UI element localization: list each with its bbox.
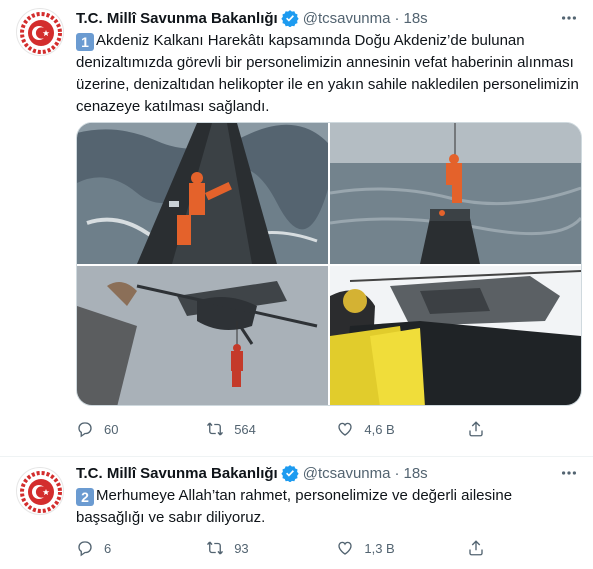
tweet-actions: 60 564 4,6 B: [76, 419, 506, 439]
more-options-icon[interactable]: [559, 463, 579, 483]
tweet-text: 2 Merhumeye Allah’tan rahmet, personelimi…: [76, 485, 581, 529]
separator-dot: ·: [394, 464, 400, 482]
tweet-2[interactable]: T.C. Millî Savunma Bakanlığı @tcsavunma …: [0, 457, 593, 569]
helicopter-hoist-from-below-photo[interactable]: [77, 266, 328, 405]
tweet-actions: 6 93 1,3 B: [76, 538, 506, 558]
msb-emblem-icon: [20, 12, 62, 54]
reply-button[interactable]: 60: [76, 419, 206, 439]
retweet-count: 93: [234, 540, 249, 556]
msb-emblem-icon: [20, 471, 62, 513]
retweet-button[interactable]: 93: [206, 538, 336, 558]
reply-count: 60: [104, 421, 119, 437]
reply-icon: [78, 541, 92, 557]
reply-icon: [78, 422, 92, 438]
like-button[interactable]: 4,6 B: [336, 419, 466, 439]
account-handle[interactable]: @tcsavunma: [303, 10, 391, 27]
retweet-icon: [207, 541, 224, 555]
tweet-header: T.C. Millî Savunma Bakanlığı @tcsavunma …: [76, 463, 428, 483]
keycap-number-icon: 1: [76, 33, 94, 51]
retweet-icon: [207, 422, 224, 436]
separator-dot: ·: [394, 9, 400, 27]
share-icon: [468, 421, 483, 437]
share-button[interactable]: [467, 419, 506, 439]
share-button[interactable]: [467, 538, 506, 558]
tweet-body: Akdeniz Kalkanı Harekâtı kapsamında Doğu…: [76, 32, 579, 115]
keycap-number-icon: 2: [76, 488, 94, 506]
helicopter-hoist-over-submarine-photo[interactable]: [330, 123, 581, 264]
heart-icon: [338, 541, 353, 555]
tweet-media-grid: [76, 122, 582, 406]
tweet-timestamp[interactable]: 18s: [403, 465, 427, 482]
heart-icon: [338, 422, 353, 436]
submarine-deck-personnel-photo[interactable]: [77, 123, 328, 264]
account-avatar[interactable]: [16, 467, 64, 515]
account-avatar[interactable]: [16, 8, 64, 56]
tweet-body: Merhumeye Allah’tan rahmet, personelimiz…: [76, 487, 513, 526]
verified-badge-icon: [281, 464, 299, 482]
tweet-text: 1 Akdeniz Kalkanı Harekâtı kapsamında Doğ…: [76, 30, 581, 118]
like-button[interactable]: 1,3 B: [336, 538, 466, 558]
retweet-button[interactable]: 564: [206, 419, 336, 439]
more-options-icon[interactable]: [559, 8, 579, 28]
tweet-1[interactable]: T.C. Millî Savunma Bakanlığı @tcsavunma …: [0, 0, 593, 457]
account-name[interactable]: T.C. Millî Savunma Bakanlığı: [76, 465, 278, 482]
tweet-timestamp[interactable]: 18s: [403, 10, 427, 27]
account-name[interactable]: T.C. Millî Savunma Bakanlığı: [76, 10, 278, 27]
account-handle[interactable]: @tcsavunma: [303, 465, 391, 482]
reply-count: 6: [104, 540, 112, 556]
like-count: 4,6 B: [364, 421, 395, 437]
like-count: 1,3 B: [364, 540, 395, 556]
tweet-header: T.C. Millî Savunma Bakanlığı @tcsavunma …: [76, 8, 428, 28]
helicopter-crew-signal-photo[interactable]: [330, 266, 581, 405]
share-icon: [468, 540, 483, 556]
verified-badge-icon: [281, 9, 299, 27]
reply-button[interactable]: 6: [76, 538, 206, 558]
retweet-count: 564: [234, 421, 256, 437]
